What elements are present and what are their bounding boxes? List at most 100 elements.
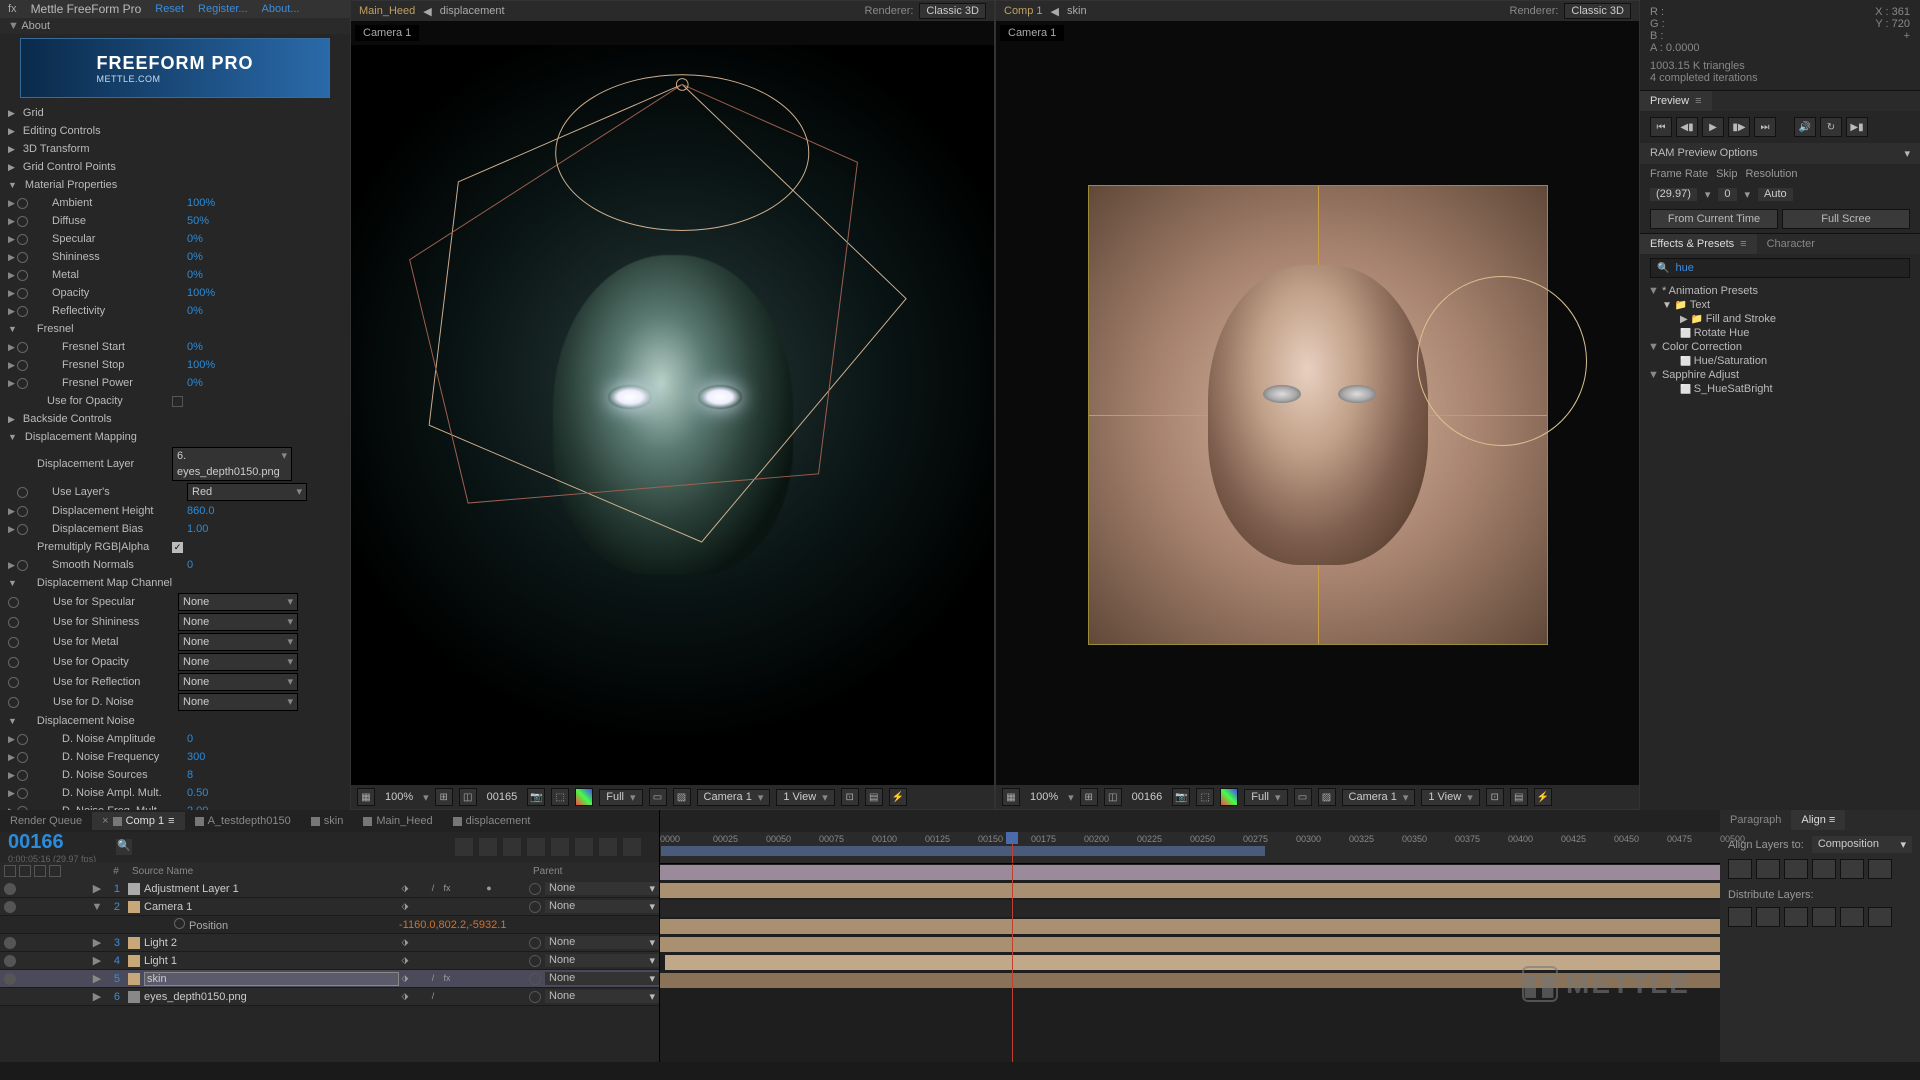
layer-row[interactable]: ▶ 6 eyes_depth0150.png ⬗/ None	[0, 988, 659, 1006]
align-bottom-button[interactable]	[1868, 859, 1892, 879]
tree-color-correction[interactable]: Color Correction	[1644, 340, 1916, 354]
section-gcp[interactable]: Grid Control Points	[0, 158, 350, 176]
stopwatch-icon[interactable]	[8, 617, 19, 628]
layout-icon[interactable]: ⊞	[435, 788, 453, 806]
renderer-select[interactable]: Classic 3D	[919, 3, 986, 19]
layer-name[interactable]: eyes_depth0150.png	[144, 991, 399, 1003]
region-icon[interactable]: ▭	[1294, 788, 1312, 806]
ram-preview-button[interactable]: ▶▮	[1846, 117, 1868, 137]
lock-col-icon[interactable]	[49, 865, 61, 877]
section-editing[interactable]: Editing Controls	[0, 122, 350, 140]
frame-value[interactable]: 00165	[487, 791, 518, 803]
viewport-canvas-left[interactable]	[351, 45, 994, 785]
views-select[interactable]: 1 View	[1421, 789, 1479, 806]
distribute-button[interactable]	[1784, 907, 1808, 927]
prev-frame-button[interactable]: ◀▮	[1676, 117, 1698, 137]
label-color[interactable]	[128, 883, 140, 895]
preview-tab[interactable]: Preview	[1640, 91, 1712, 111]
stopwatch-icon[interactable]	[17, 524, 28, 535]
stopwatch-icon[interactable]	[17, 288, 28, 299]
layer-bar[interactable]	[660, 865, 1720, 880]
tree-hue-sat[interactable]: Hue/Saturation	[1644, 354, 1916, 368]
stopwatch-icon[interactable]	[17, 306, 28, 317]
twirl-icon[interactable]: ▶	[90, 882, 104, 895]
quality-select[interactable]: Full	[1244, 789, 1287, 806]
align-tab[interactable]: Align ≡	[1791, 810, 1845, 830]
layer-name[interactable]: skin	[144, 972, 399, 986]
twirl-icon[interactable]: ▶	[90, 972, 104, 985]
fast-preview-icon[interactable]: ⚡	[889, 788, 907, 806]
checkbox-checked-icon[interactable]: ✓	[172, 542, 183, 553]
twirl-icon[interactable]: ▶	[90, 954, 104, 967]
first-frame-button[interactable]: ⏮	[1650, 117, 1672, 137]
camera-icon[interactable]: 📷	[527, 788, 545, 806]
sub-crumb[interactable]: displacement	[440, 5, 505, 17]
zoom-value[interactable]: 100%	[1030, 791, 1058, 803]
tab-main-heed[interactable]: Main_Heed	[353, 812, 442, 830]
tool-icon[interactable]	[455, 838, 473, 856]
stopwatch-icon[interactable]	[17, 216, 28, 227]
layout-icon[interactable]: ⊞	[1080, 788, 1098, 806]
speaker-col-icon[interactable]	[19, 865, 31, 877]
pickwhip-icon[interactable]	[529, 955, 541, 967]
distribute-button[interactable]	[1868, 907, 1892, 927]
plugin-title[interactable]: Mettle FreeForm Pro	[31, 2, 142, 16]
distribute-button[interactable]	[1728, 907, 1752, 927]
parent-select[interactable]: None	[545, 882, 659, 895]
tool-icon[interactable]	[479, 838, 497, 856]
mask-icon[interactable]: ◫	[1104, 788, 1122, 806]
shininess-value[interactable]: 0%	[187, 249, 227, 265]
layer-name[interactable]: Light 1	[144, 955, 399, 967]
view-opt-icon[interactable]: ⊡	[1486, 788, 1504, 806]
fast-preview-icon[interactable]: ⚡	[1534, 788, 1552, 806]
tree-sapphire[interactable]: Sapphire Adjust	[1644, 368, 1916, 382]
pixel-aspect-icon[interactable]: ▤	[865, 788, 883, 806]
mask-icon[interactable]: ◫	[459, 788, 477, 806]
transparency-icon[interactable]: ▨	[673, 788, 691, 806]
stopwatch-icon[interactable]	[8, 677, 19, 688]
tree-fill-stroke[interactable]: Fill and Stroke	[1644, 312, 1916, 326]
comp-crumb[interactable]: Main_Heed	[359, 5, 415, 17]
stopwatch-icon[interactable]	[17, 360, 28, 371]
stopwatch-icon[interactable]	[17, 342, 28, 353]
grid-icon[interactable]: ▦	[357, 788, 375, 806]
snapshot-icon[interactable]: ⬚	[551, 788, 569, 806]
menu-icon[interactable]	[168, 815, 174, 827]
label-color[interactable]	[128, 991, 140, 1003]
current-timecode[interactable]: 00166	[8, 831, 96, 854]
current-time-indicator[interactable]	[1012, 832, 1013, 863]
pickwhip-icon[interactable]	[529, 973, 541, 985]
twirl-icon[interactable]: ▼	[90, 901, 104, 913]
channel-icon[interactable]	[575, 788, 593, 806]
stopwatch-icon[interactable]	[17, 770, 28, 781]
specular-value[interactable]: 0%	[187, 231, 227, 247]
ambient-value[interactable]: 100%	[187, 195, 227, 211]
layer-row[interactable]: ▶ 4 Light 1 ⬗ None	[0, 952, 659, 970]
eye-icon[interactable]	[4, 937, 16, 949]
section-transform[interactable]: 3D Transform	[0, 140, 350, 158]
tab-atest[interactable]: A_testdepth0150	[185, 812, 301, 830]
character-tab[interactable]: Character	[1757, 234, 1825, 254]
effects-presets-tab[interactable]: Effects & Presets	[1640, 234, 1757, 254]
loop-button[interactable]: ↻	[1820, 117, 1842, 137]
viewport-canvas-right[interactable]	[996, 45, 1639, 785]
tree-rotate-hue[interactable]: Rotate Hue	[1644, 326, 1916, 340]
stopwatch-icon[interactable]	[8, 597, 19, 608]
checkbox[interactable]	[172, 396, 183, 407]
full-screen-button[interactable]: Full Scree	[1782, 209, 1910, 229]
camera-icon[interactable]: 📷	[1172, 788, 1190, 806]
section-material[interactable]: Material Properties	[0, 176, 350, 194]
section-fresnel[interactable]: Fresnel	[0, 320, 350, 338]
stopwatch-icon[interactable]	[17, 734, 28, 745]
section-disp-channels[interactable]: Displacement Map Channels	[0, 574, 350, 592]
stopwatch-icon[interactable]	[17, 506, 28, 517]
frame-value[interactable]: 00166	[1132, 791, 1163, 803]
resolution-select[interactable]: Auto	[1758, 188, 1793, 201]
layer-bar[interactable]	[660, 883, 1720, 898]
cti-line[interactable]	[1012, 864, 1013, 1062]
close-icon[interactable]	[102, 815, 108, 827]
align-right-button[interactable]	[1784, 859, 1808, 879]
renderer-select[interactable]: Classic 3D	[1564, 3, 1631, 19]
twirl-icon[interactable]: ▶	[90, 990, 104, 1003]
tab-skin[interactable]: skin	[301, 812, 354, 830]
